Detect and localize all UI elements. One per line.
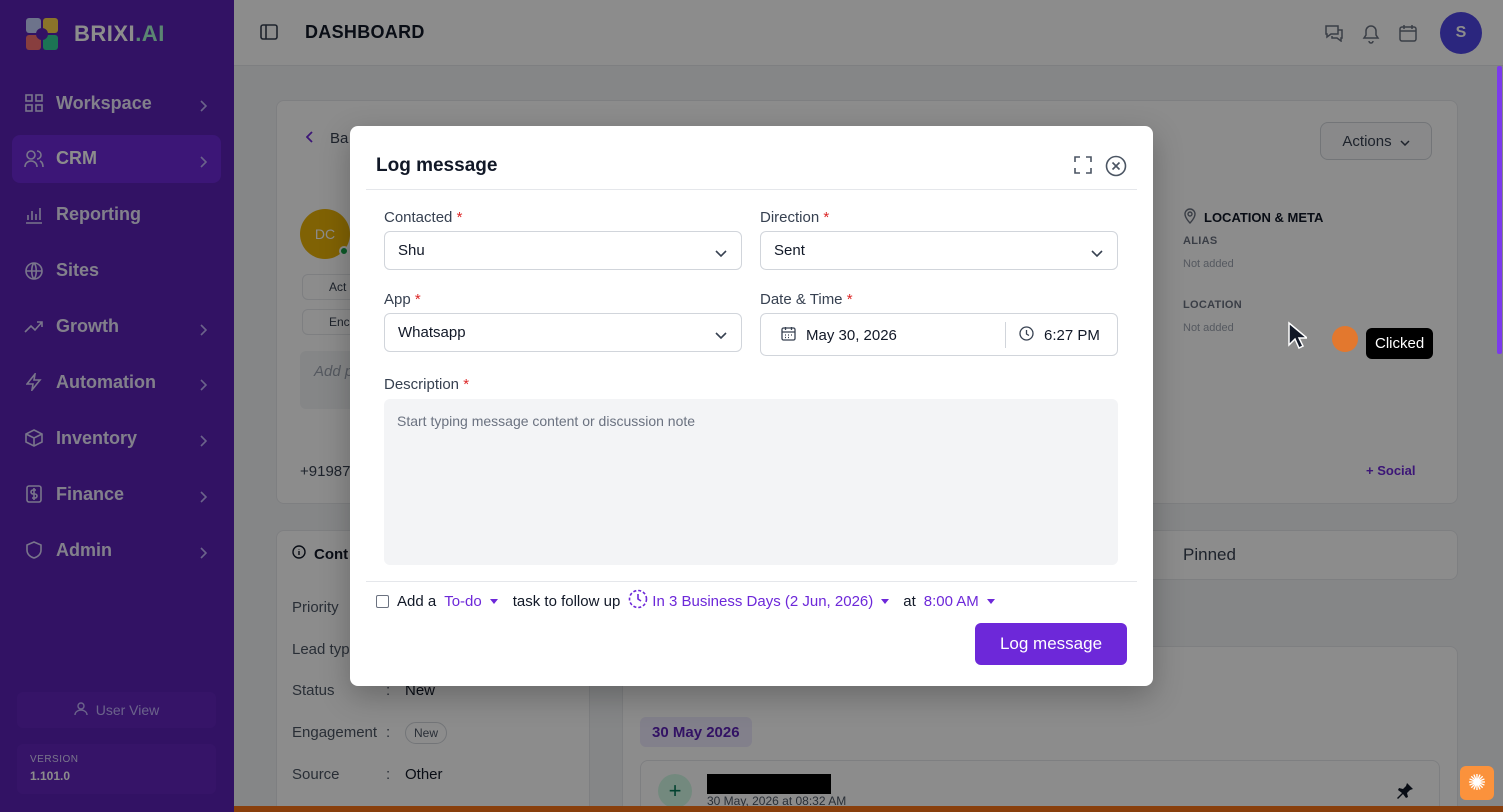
description-label: Description * bbox=[384, 376, 470, 393]
app-value: Whatsapp bbox=[398, 324, 466, 341]
date-picker[interactable]: May 30, 2026 bbox=[781, 326, 897, 345]
contacted-label: Contacted * bbox=[384, 209, 463, 226]
modal-divider bbox=[366, 189, 1137, 190]
expand-icon[interactable] bbox=[1074, 156, 1092, 179]
chevron-down-icon bbox=[715, 245, 727, 262]
description-textarea[interactable] bbox=[384, 399, 1118, 565]
modal-backdrop-side bbox=[0, 0, 234, 812]
direction-value: Sent bbox=[774, 242, 805, 259]
followup-when-dropdown[interactable]: In 3 Business Days (2 Jun, 2026) bbox=[628, 589, 890, 613]
datetime-picker: May 30, 2026 6:27 PM bbox=[760, 313, 1118, 356]
datetime-label: Date & Time * bbox=[760, 291, 853, 308]
task-type-value: To-do bbox=[444, 592, 482, 610]
followup-at: at bbox=[903, 592, 916, 610]
log-message-modal: Log message Contacted * Shu Direction * … bbox=[350, 126, 1153, 686]
direction-select[interactable]: Sent bbox=[760, 231, 1118, 270]
clock-dashed-icon bbox=[628, 589, 648, 613]
modal-title: Log message bbox=[376, 155, 498, 176]
date-value: May 30, 2026 bbox=[806, 327, 897, 344]
followup-middle: task to follow up bbox=[512, 592, 621, 610]
followup-time-value: 8:00 AM bbox=[923, 592, 979, 610]
time-value: 6:27 PM bbox=[1044, 327, 1100, 344]
clock-icon bbox=[1019, 326, 1034, 345]
followup-prefix: Add a bbox=[397, 592, 437, 610]
followup-task-row: Add a To-do task to follow up In 3 Busin… bbox=[376, 589, 995, 613]
followup-when-value: In 3 Business Days (2 Jun, 2026) bbox=[652, 592, 874, 610]
chevron-down-icon bbox=[1091, 245, 1103, 262]
scrollbar[interactable] bbox=[1497, 66, 1502, 354]
caret-down-icon bbox=[881, 598, 890, 604]
sparkle-icon[interactable]: ✺ bbox=[1460, 766, 1494, 800]
log-message-button[interactable]: Log message bbox=[975, 623, 1127, 665]
contacted-select[interactable]: Shu bbox=[384, 231, 742, 270]
app-label: App * bbox=[384, 291, 421, 308]
caret-down-icon bbox=[986, 598, 995, 604]
datetime-separator bbox=[1005, 322, 1006, 348]
mouse-cursor-icon bbox=[1287, 321, 1310, 354]
chevron-down-icon bbox=[715, 327, 727, 344]
calendar-icon bbox=[781, 326, 796, 345]
contacted-value: Shu bbox=[398, 242, 425, 259]
app-select[interactable]: Whatsapp bbox=[384, 313, 742, 352]
click-indicator bbox=[1332, 326, 1358, 352]
modal-backdrop-top bbox=[234, 0, 1503, 66]
time-picker[interactable]: 6:27 PM bbox=[1019, 326, 1100, 345]
direction-label: Direction * bbox=[760, 209, 830, 226]
followup-time-dropdown[interactable]: 8:00 AM bbox=[924, 593, 995, 610]
task-type-dropdown[interactable]: To-do bbox=[444, 593, 498, 610]
caret-down-icon bbox=[489, 598, 498, 604]
close-icon[interactable] bbox=[1105, 155, 1127, 182]
modal-footer-divider bbox=[366, 581, 1137, 582]
clicked-tooltip: Clicked bbox=[1366, 328, 1434, 359]
followup-checkbox[interactable] bbox=[376, 594, 389, 608]
